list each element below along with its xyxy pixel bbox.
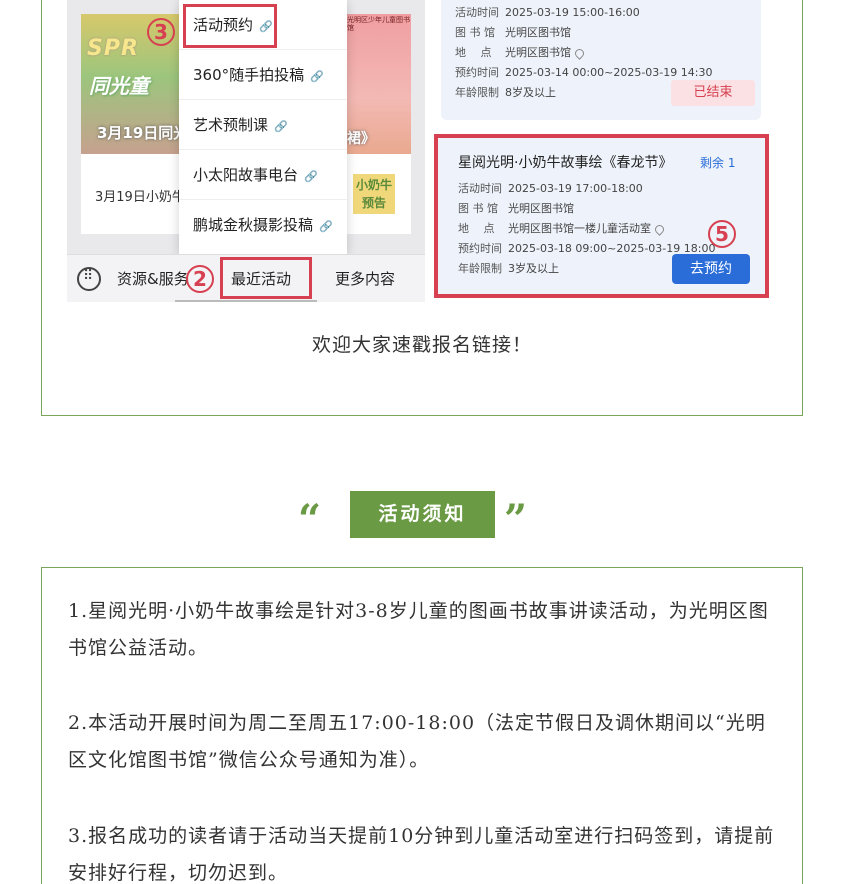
poster-library-name: 光明区少年儿童图书馆 — [347, 16, 410, 32]
ended-status-badge: 已结束 — [671, 80, 755, 106]
close-quote-mark: ” — [504, 496, 528, 543]
booking-time: 2025-03-14 00:00~2025-03-19 14:30 — [505, 66, 713, 79]
activity-library: 光明区图书馆 — [508, 202, 574, 215]
bottom-tab-resources[interactable]: 资源&服务 — [117, 255, 189, 302]
field-key: 地 点 — [455, 46, 492, 59]
step-number-5: 5 — [708, 220, 736, 248]
field-key: 地 点 — [458, 222, 495, 235]
location-pin-icon — [653, 222, 666, 236]
field-key: 图 书 馆 — [455, 26, 495, 39]
activity-time: 2025-03-19 17:00-18:00 — [508, 182, 643, 195]
menu-item-autumn-photo[interactable]: 鹏城金秋摄影投稿 🔗 — [179, 200, 347, 250]
menu-item-story-radio[interactable]: 小太阳故事电台 🔗 — [179, 150, 347, 200]
field-key: 预约时间 — [458, 242, 502, 255]
age-limit: 3岁及以上 — [508, 262, 559, 275]
link-icon: 🔗 — [310, 70, 324, 83]
field-key: 年龄限制 — [455, 86, 499, 99]
highlight-box-recent — [220, 257, 312, 299]
menu-item-label: 360°随手拍投稿 — [193, 66, 305, 84]
activity-poster-right: 光明区少年儿童图书馆 裙》 — [345, 14, 411, 154]
poster-text: 同光童 — [89, 74, 149, 98]
menu-item-label: 鹏城金秋摄影投稿 — [193, 216, 314, 234]
menu-screenshot: SPR 同光童 3月19日同光 3月19日小奶牛 光明区少年儿童图书馆 裙》 小… — [67, 0, 425, 302]
location-pin-icon — [573, 46, 586, 60]
activity-time: 2025-03-19 15:00-16:00 — [505, 6, 640, 19]
activity-location: 光明区图书馆一楼儿童活动室 — [508, 222, 651, 235]
activity-library: 光明区图书馆 — [505, 26, 571, 39]
link-icon: 🔗 — [319, 220, 333, 233]
activity-title: 星阅光明·小奶牛故事绘《春龙节》 — [458, 155, 673, 171]
field-key: 活动时间 — [455, 6, 499, 19]
ended-activity-card: 活动时间 2025-03-19 15:00-16:00 图 书 馆光明区图书馆 地… — [441, 0, 761, 120]
step-number-3: 3 — [147, 18, 175, 46]
poster-card-left: 3月19日小奶牛 — [81, 154, 191, 234]
keyboard-icon[interactable] — [77, 267, 101, 291]
field-key: 活动时间 — [458, 182, 502, 195]
age-limit: 8岁及以上 — [505, 86, 556, 99]
field-key: 预约时间 — [455, 66, 499, 79]
poster-card-text: 3月19日小奶牛 — [95, 190, 185, 205]
book-now-button[interactable]: 去预约 — [672, 254, 750, 284]
menu-item-art-class[interactable]: 艺术预制课 🔗 — [179, 100, 347, 150]
open-activity-card: 星阅光明·小奶牛故事绘《春龙节》 剩余 1 活动时间 2025-03-19 17:… — [434, 134, 769, 298]
highlight-box-booking — [183, 4, 277, 48]
open-quote-mark: “ — [298, 496, 322, 543]
notice-paragraph: 3.报名成功的读者请于活动当天提前10分钟到儿童活动室进行扫码签到，请提前安排好… — [68, 825, 775, 884]
poster-card-right: 小奶牛 预告 — [345, 154, 411, 234]
poster-tag: 小奶牛 预告 — [353, 174, 395, 214]
remaining-slots: 剩余 1 — [700, 156, 736, 170]
notice-paragraph: 1.星阅光明·小奶牛故事绘是针对3-8岁儿童的图画书故事讲读活动，为光明区图书馆… — [68, 600, 769, 659]
menu-item-photo-submit[interactable]: 360°随手拍投稿 🔗 — [179, 50, 347, 100]
section-title: 活动须知 — [350, 491, 495, 538]
welcome-text: 欢迎大家速戳报名链接！ — [311, 334, 532, 356]
poster-caption: 3月19日同光 — [97, 124, 189, 142]
link-icon: 🔗 — [274, 120, 288, 133]
field-key: 年龄限制 — [458, 262, 502, 275]
bottom-tab-more[interactable]: 更多内容 — [335, 255, 395, 302]
link-icon: 🔗 — [304, 170, 318, 183]
tab-underline — [175, 300, 317, 302]
menu-item-label: 艺术预制课 — [193, 116, 269, 134]
field-key: 图 书 馆 — [458, 202, 498, 215]
menu-item-label: 小太阳故事电台 — [193, 166, 299, 184]
notice-paragraph: 2.本活动开展时间为周二至周五17:00-18:00（法定节假日及调休期间以“光… — [68, 712, 766, 771]
poster-caption: 裙》 — [347, 131, 375, 147]
step-number-2: 2 — [186, 265, 214, 293]
poster-text: SPR — [87, 36, 139, 61]
activity-location: 光明区图书馆 — [505, 46, 571, 59]
